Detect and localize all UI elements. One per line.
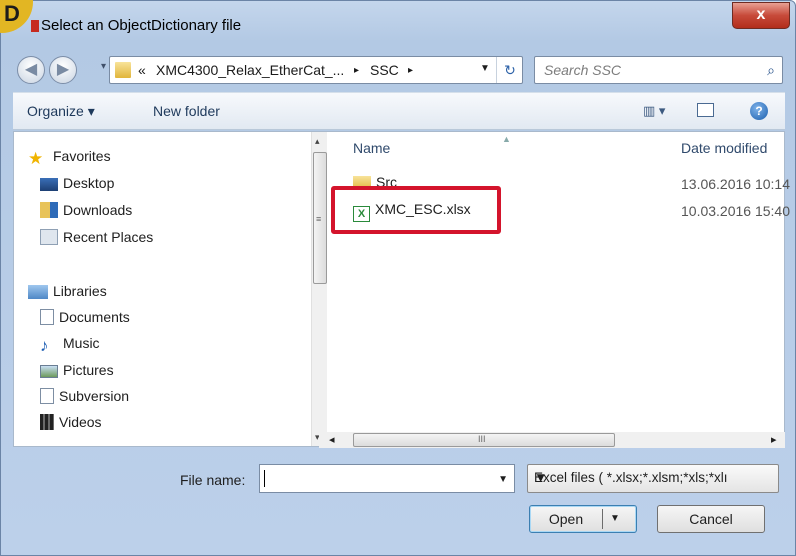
search-placeholder: Search SSC <box>544 62 622 78</box>
file-type-dropdown-icon[interactable]: ▼ <box>534 470 754 485</box>
dialog-footer: File name: ▼ Excel files ( *.xlsx;*.xlsm… <box>13 447 785 551</box>
breadcrumb-overflow[interactable]: « <box>138 62 146 78</box>
star-icon: ★ <box>28 149 44 168</box>
breadcrumb-ssc[interactable]: SSC <box>370 62 399 78</box>
cancel-button[interactable]: Cancel <box>657 505 765 533</box>
horizontal-scroll-thumb[interactable]: III <box>353 433 615 447</box>
nav-downloads[interactable]: Downloads <box>40 202 132 222</box>
breadcrumb-xmc4300[interactable]: XMC4300_Relax_EtherCat_... <box>156 62 344 78</box>
file-list: Name ▲ Date modified Src 13.06.2016 10:1… <box>332 132 790 446</box>
nav-music[interactable]: ♪ Music <box>40 335 100 355</box>
file-date: 13.06.2016 10:14 <box>681 176 790 192</box>
forward-button[interactable]: ▶ <box>49 56 77 84</box>
column-header-name[interactable]: Name <box>353 140 390 156</box>
nav-vertical-scrollbar[interactable]: ▴ ≡ ▾ <box>311 132 327 446</box>
navigation-pane: ★ Favorites Desktop Downloads Recent Plac… <box>14 132 327 446</box>
breadcrumb-separator[interactable]: ▸ <box>354 65 359 76</box>
file-name-input[interactable]: ▼ <box>259 464 515 493</box>
nav-videos[interactable]: Videos <box>40 414 102 434</box>
file-name-dropdown-icon[interactable]: ▼ <box>498 474 508 485</box>
file-type-select[interactable]: Excel files ( *.xlsx;*.xlsm;*xls;*xlı ▼ <box>527 464 779 493</box>
folder-icon <box>115 62 131 78</box>
scroll-left-icon[interactable]: ◂ <box>329 433 335 446</box>
libraries-icon <box>28 285 48 299</box>
nav-pictures[interactable]: Pictures <box>40 362 114 382</box>
subversion-icon <box>40 388 54 404</box>
annotation-badge: D <box>0 0 33 33</box>
recent-pages-dropdown[interactable]: ▾ <box>101 61 106 72</box>
sort-ascending-icon: ▲ <box>502 134 511 144</box>
text-caret <box>264 470 265 487</box>
navigation-bar: ◀ ▶ ▾ « XMC4300_Relax_EtherCat_... ▸ SSC… <box>13 53 783 85</box>
back-button[interactable]: ◀ <box>17 56 45 84</box>
nav-favorites[interactable]: ★ Favorites <box>28 148 111 168</box>
column-header-date-modified[interactable]: Date modified <box>681 140 767 156</box>
organize-button[interactable]: Organize ▾ <box>27 103 95 120</box>
scroll-grip-icon: ≡ <box>316 214 322 224</box>
desktop-icon <box>40 178 58 191</box>
scroll-right-icon[interactable]: ▸ <box>771 433 777 446</box>
videos-icon <box>40 414 54 430</box>
browser-pane: ★ Favorites Desktop Downloads Recent Plac… <box>13 131 790 447</box>
nav-libraries[interactable]: Libraries <box>28 283 107 303</box>
app-icon <box>31 20 39 32</box>
close-button[interactable]: x <box>732 2 790 29</box>
refresh-icon[interactable]: ↻ <box>496 57 523 83</box>
music-icon: ♪ <box>40 336 49 355</box>
address-dropdown-icon[interactable]: ▼ <box>480 63 490 74</box>
open-options-icon[interactable]: ▼ <box>610 506 620 532</box>
dialog-window: D Select an ObjectDictionary file x ◀ ▶ … <box>0 0 796 556</box>
pictures-icon <box>40 365 58 378</box>
file-name-label: File name: <box>180 472 246 488</box>
preview-pane-icon[interactable] <box>697 103 714 117</box>
documents-icon <box>40 309 54 325</box>
file-date: 10.03.2016 15:40 <box>681 203 790 219</box>
new-folder-button[interactable]: New folder <box>153 103 220 119</box>
address-bar[interactable]: « XMC4300_Relax_EtherCat_... ▸ SSC ▸ ▼ ↻ <box>109 56 523 84</box>
search-input[interactable]: Search SSC ⌕ <box>534 56 783 84</box>
highlight-box <box>331 186 501 234</box>
change-view-icon[interactable]: ▥ ▾ <box>643 103 665 119</box>
nav-documents[interactable]: Documents <box>40 309 130 329</box>
downloads-icon <box>40 202 58 218</box>
nav-recent-places[interactable]: Recent Places <box>40 229 153 249</box>
dialog-title: Select an ObjectDictionary file <box>41 17 242 34</box>
recent-places-icon <box>40 229 58 245</box>
search-icon[interactable]: ⌕ <box>767 62 775 79</box>
breadcrumb-separator[interactable]: ▸ <box>408 65 413 76</box>
horizontal-scrollbar[interactable]: ◂ III ▸ <box>319 432 785 448</box>
help-icon[interactable]: ? <box>750 102 768 120</box>
command-toolbar: Organize ▾ New folder ▥ ▾ ? <box>13 92 785 130</box>
nav-desktop[interactable]: Desktop <box>40 175 114 195</box>
nav-subversion[interactable]: Subversion <box>40 388 129 408</box>
scroll-up-icon[interactable]: ▴ <box>315 136 320 147</box>
open-button[interactable]: Open ▼ <box>529 505 637 533</box>
